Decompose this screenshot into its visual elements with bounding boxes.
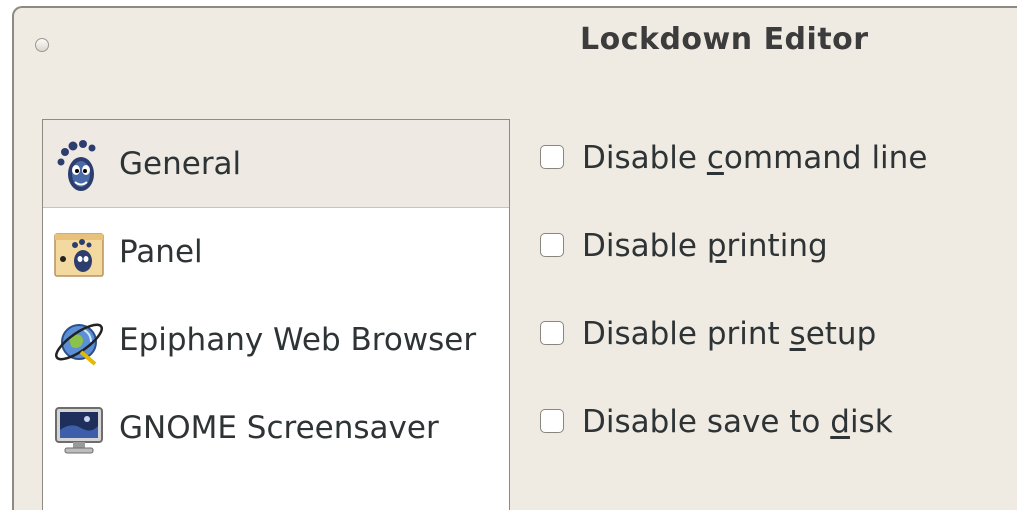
- checkbox-box[interactable]: [540, 145, 564, 169]
- disable-command-line-checkbox[interactable]: Disable command line: [540, 133, 1000, 183]
- mnemonic: p: [706, 228, 727, 264]
- option-label: Disable print setup: [582, 316, 877, 352]
- sidebar-item-gnome-screensaver[interactable]: GNOME Screensaver: [43, 384, 509, 472]
- disable-printing-checkbox[interactable]: Disable printing: [540, 221, 1000, 271]
- option-label: Disable printing: [582, 228, 828, 264]
- mnemonic: d: [830, 404, 850, 440]
- epiphany-globe-icon: [55, 323, 103, 366]
- option-label: Disable save to disk: [582, 404, 893, 440]
- category-list[interactable]: General Panel Epiphany Web Browser GNOME…: [42, 119, 510, 510]
- disable-save-to-disk-checkbox[interactable]: Disable save to disk: [540, 397, 1000, 447]
- gnome-foot-icon: [57, 140, 96, 191]
- sidebar-item-panel[interactable]: Panel: [43, 208, 509, 296]
- sidebar-item-label: General: [119, 146, 242, 182]
- window-menu-button[interactable]: [35, 38, 49, 52]
- option-label: Disable command line: [582, 140, 928, 176]
- monitor-icon: [55, 407, 103, 454]
- sidebar-item-label: GNOME Screensaver: [119, 410, 439, 446]
- panel-icon: [54, 233, 104, 277]
- checkbox-box[interactable]: [540, 321, 564, 345]
- sidebar-item-epiphany[interactable]: Epiphany Web Browser: [43, 296, 509, 384]
- disable-print-setup-checkbox[interactable]: Disable print setup: [540, 309, 1000, 359]
- window-title: Lockdown Editor: [580, 22, 869, 57]
- sidebar-item-general[interactable]: General: [43, 120, 509, 208]
- sidebar-item-label: Panel: [119, 234, 203, 270]
- mnemonic: c: [706, 140, 724, 176]
- checkbox-box[interactable]: [540, 233, 564, 257]
- checkbox-box[interactable]: [540, 409, 564, 433]
- sidebar-item-label: Epiphany Web Browser: [119, 322, 477, 358]
- mnemonic: s: [789, 316, 806, 352]
